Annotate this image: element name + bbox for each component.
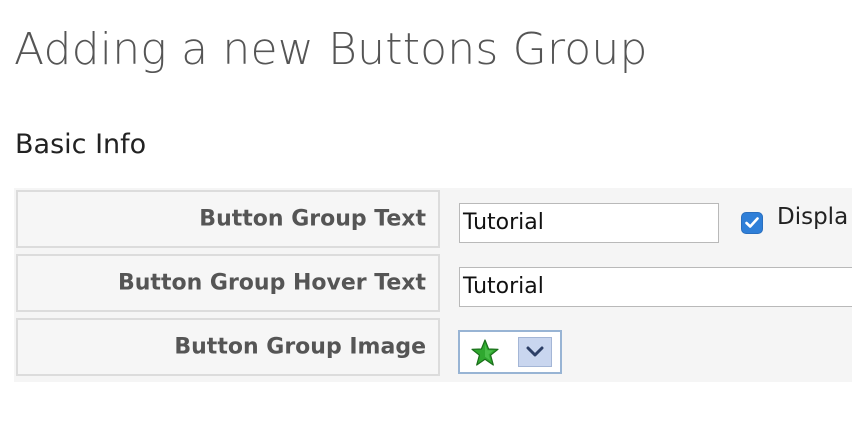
page: Adding a new Buttons Group Basic Info Bu…	[0, 0, 852, 444]
image-dropdown-button[interactable]	[518, 337, 552, 367]
page-title: Adding a new Buttons Group	[14, 24, 648, 75]
button-group-text-input[interactable]: Tutorial	[459, 203, 719, 243]
label-button-group-image: Button Group Image	[174, 334, 426, 360]
label-cell-button-group-text: Button Group Text	[16, 190, 440, 248]
section-title: Basic Info	[15, 129, 147, 160]
label-button-group-hover-text: Button Group Hover Text	[118, 270, 426, 296]
display-checkbox-label: Displa	[777, 204, 849, 230]
green-star-icon	[471, 339, 499, 366]
chevron-down-icon	[526, 346, 544, 357]
label-button-group-text: Button Group Text	[199, 206, 426, 232]
basic-info-form: Button Group Text Tutorial Displa Button…	[14, 188, 852, 382]
display-checkbox[interactable]	[741, 212, 763, 234]
checkmark-icon	[745, 217, 759, 228]
button-group-hover-text-input[interactable]: Tutorial	[459, 267, 852, 307]
label-cell-button-group-hover-text: Button Group Hover Text	[16, 254, 440, 312]
button-group-image-picker[interactable]	[458, 330, 562, 374]
label-cell-button-group-image: Button Group Image	[16, 318, 440, 376]
